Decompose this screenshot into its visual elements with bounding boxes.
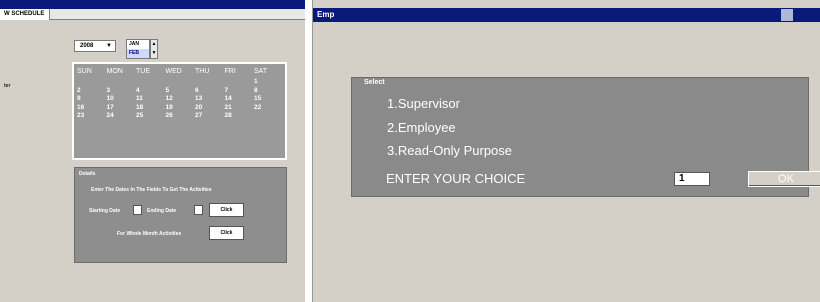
calendar-day[interactable]: 1 <box>251 78 281 87</box>
calendar-day[interactable]: 21 <box>222 104 252 113</box>
calendar-day[interactable]: 23 <box>74 112 104 121</box>
calendar-day[interactable]: 6 <box>192 87 222 96</box>
year-select[interactable]: 2008 ▼ <box>74 40 116 52</box>
calendar-day[interactable]: 11 <box>133 95 163 104</box>
tab-schedule[interactable]: W SCHEDULE <box>0 9 50 20</box>
ending-date-label: Ending Date <box>147 208 177 214</box>
details-instruction: Enter The Dates In The Fields To Get The… <box>91 187 212 193</box>
schedule-window: W SCHEDULE ter 2008 ▼ JAN FEB ▲ ▼ SUN MO… <box>0 0 305 302</box>
calendar-day[interactable]: 28 <box>222 112 252 121</box>
chevron-down-icon[interactable]: ▼ <box>106 41 112 51</box>
option-read-only: 3.Read-Only Purpose <box>387 143 513 158</box>
select-legend: Select <box>364 79 385 86</box>
calendar-day[interactable]: 24 <box>104 112 134 121</box>
calendar-day[interactable]: 26 <box>163 112 193 121</box>
dialog-title: Emp <box>317 10 335 19</box>
calendar-grid: SUN MON TUE WED THU FRI SAT 1 2 3 4 5 6 … <box>72 62 287 160</box>
calendar-week: 16 17 18 19 20 21 22 <box>74 104 285 113</box>
calendar-day[interactable]: 22 <box>251 104 281 113</box>
day-header: SAT <box>254 68 268 75</box>
window-control-icon[interactable] <box>781 9 793 21</box>
calendar-day[interactable]: 14 <box>222 95 252 104</box>
ok-button[interactable]: OK <box>748 171 820 187</box>
calendar-day[interactable]: 13 <box>192 95 222 104</box>
calendar-day[interactable]: 3 <box>104 87 134 96</box>
day-header: FRI <box>224 68 236 75</box>
date-range-ok-button[interactable]: Click <box>209 203 244 217</box>
whole-month-ok-button[interactable]: Click <box>209 226 244 240</box>
ending-date-field[interactable] <box>194 205 203 215</box>
details-panel: Details Enter The Dates In The Fields To… <box>74 167 287 263</box>
day-header: THU <box>195 68 210 75</box>
year-value: 2008 <box>80 43 94 49</box>
whole-month-label: For Whole Month Activities <box>117 231 182 237</box>
scroll-down-icon[interactable]: ▼ <box>151 49 157 58</box>
calendar-week: 9 10 11 12 13 14 15 <box>74 95 285 104</box>
calendar-day[interactable]: 18 <box>133 104 163 113</box>
calendar-week: 2 3 4 5 6 7 8 <box>74 87 285 96</box>
day-header: TUE <box>136 68 150 75</box>
calendar-day[interactable] <box>251 112 281 121</box>
calendar-day[interactable]: 10 <box>104 95 134 104</box>
calendar-day[interactable]: 2 <box>74 87 104 96</box>
day-header: MON <box>106 68 123 75</box>
starting-date-field[interactable] <box>133 205 142 215</box>
dialog-titlebar[interactable]: Emp <box>313 8 820 22</box>
calendar-day[interactable]: 27 <box>192 112 222 121</box>
calendar-day[interactable] <box>163 78 193 87</box>
month-option[interactable]: JAN <box>127 40 149 49</box>
side-label: ter <box>4 83 11 89</box>
calendar-day[interactable]: 19 <box>163 104 193 113</box>
day-header: WED <box>165 68 182 75</box>
scroll-up-icon[interactable]: ▲ <box>151 40 157 49</box>
details-legend: Details <box>79 171 96 177</box>
select-panel: Select 1.Supervisor 2.Employee 3.Read-On… <box>351 77 820 197</box>
calendar-day[interactable]: 16 <box>74 104 104 113</box>
calendar-day[interactable]: 4 <box>133 87 163 96</box>
calendar-day[interactable] <box>133 78 163 87</box>
schedule-titlebar <box>0 0 305 9</box>
month-scrollbar[interactable]: ▲ ▼ <box>150 39 158 59</box>
calendar-day[interactable] <box>192 78 222 87</box>
calendar-header: SUN MON TUE WED THU FRI SAT <box>74 66 285 78</box>
calendar-day[interactable]: 8 <box>251 87 281 96</box>
option-supervisor: 1.Supervisor <box>387 96 460 111</box>
calendar-day[interactable]: 20 <box>192 104 222 113</box>
option-employee: 2.Employee <box>387 120 456 135</box>
calendar-day[interactable] <box>222 78 252 87</box>
calendar-week: 1 <box>74 78 285 87</box>
calendar-day[interactable]: 9 <box>74 95 104 104</box>
calendar-day[interactable]: 15 <box>251 95 281 104</box>
employee-dialog: Emp Select 1.Supervisor 2.Employee 3.Rea… <box>312 0 820 302</box>
choice-input[interactable]: 1 <box>674 172 710 186</box>
calendar-day[interactable]: 12 <box>163 95 193 104</box>
calendar-day[interactable]: 25 <box>133 112 163 121</box>
calendar-week: 23 24 25 26 27 28 <box>74 112 285 121</box>
calendar-day[interactable]: 7 <box>222 87 252 96</box>
calendar-day[interactable]: 5 <box>163 87 193 96</box>
calendar-day[interactable] <box>104 78 134 87</box>
calendar-day[interactable]: 17 <box>104 104 134 113</box>
month-option-selected[interactable]: FEB <box>127 49 149 58</box>
calendar-day[interactable] <box>74 78 104 87</box>
month-list[interactable]: JAN FEB <box>126 39 150 59</box>
choice-label: ENTER YOUR CHOICE <box>386 171 526 186</box>
day-header: SUN <box>77 68 92 75</box>
starting-date-label: Starting Date <box>89 208 121 214</box>
